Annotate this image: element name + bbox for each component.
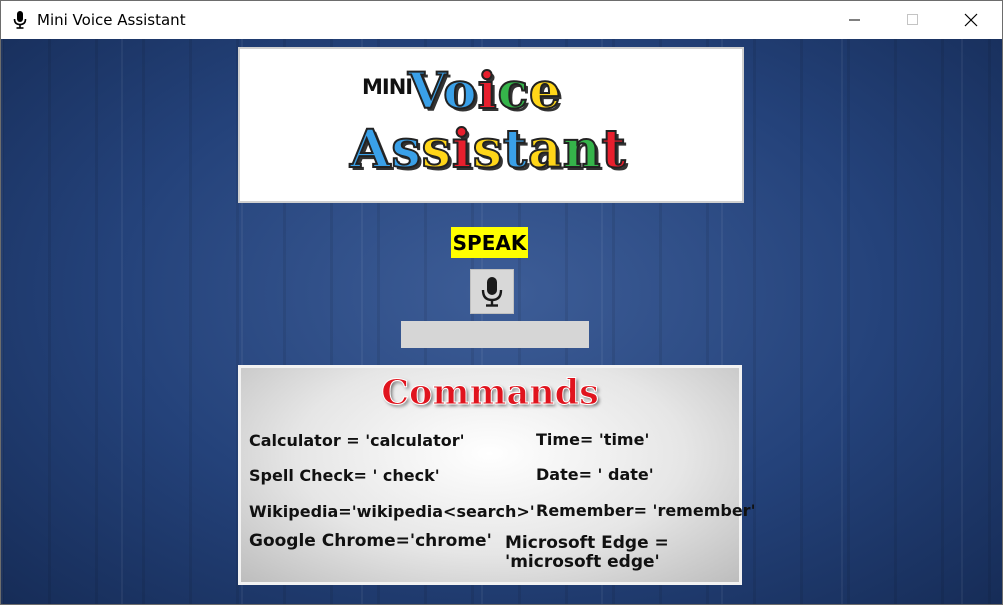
commands-panel: Commands Calculator = 'calculator' Spell… <box>238 365 755 585</box>
main-area: MINI Voice Assistant SPEAK Commands Calc… <box>1 39 1002 604</box>
command-date: Date= ' date' <box>536 465 654 484</box>
command-time: Time= 'time' <box>536 430 650 449</box>
title-bar[interactable]: Mini Voice Assistant <box>1 1 1002 39</box>
logo-letter: i <box>477 60 498 121</box>
logo-letter: s <box>421 118 452 181</box>
maximize-button[interactable] <box>884 1 942 39</box>
logo-voice: Voice <box>407 60 562 121</box>
logo-letter: A <box>349 118 392 181</box>
microphone-icon <box>13 11 27 29</box>
logo-panel: MINI Voice Assistant <box>238 47 744 203</box>
minimize-icon <box>849 19 860 21</box>
logo-letter: t <box>502 118 528 181</box>
command-wikipedia: Wikipedia='wikipedia<search>' <box>249 502 535 521</box>
maximize-icon <box>907 14 918 25</box>
command-calculator: Calculator = 'calculator' <box>249 431 465 450</box>
mic-button[interactable] <box>470 269 514 314</box>
logo-mini: MINI <box>362 75 413 99</box>
logo-letter: V <box>407 60 444 121</box>
logo-letter: i <box>451 118 473 181</box>
logo-letter: e <box>528 60 562 121</box>
logo-letter: s <box>472 118 503 181</box>
close-icon <box>964 13 978 27</box>
command-spell-check: Spell Check= ' check' <box>249 466 440 485</box>
logo-letter: n <box>562 118 602 181</box>
window-title: Mini Voice Assistant <box>37 11 186 29</box>
commands-title: Commands <box>381 372 600 414</box>
logo-letter: c <box>497 60 530 121</box>
command-microsoft-edge: Microsoft Edge = 'microsoft edge' <box>505 533 669 572</box>
app-window: Mini Voice Assistant MINI Voice Assistan… <box>0 0 1003 605</box>
logo-letter: o <box>442 60 478 121</box>
logo-letter: s <box>390 118 422 181</box>
command-remember: Remember= 'remember' <box>536 501 756 520</box>
logo-letter: a <box>527 118 563 181</box>
microphone-icon <box>481 276 503 307</box>
logo-assistant: Assistant <box>349 118 627 181</box>
close-button[interactable] <box>942 1 1000 39</box>
result-field[interactable] <box>401 321 589 348</box>
minimize-button[interactable] <box>826 1 884 39</box>
command-google-chrome: Google Chrome='chrome' <box>249 531 492 551</box>
speak-label: SPEAK <box>451 227 528 258</box>
logo-letter: t <box>601 118 627 181</box>
